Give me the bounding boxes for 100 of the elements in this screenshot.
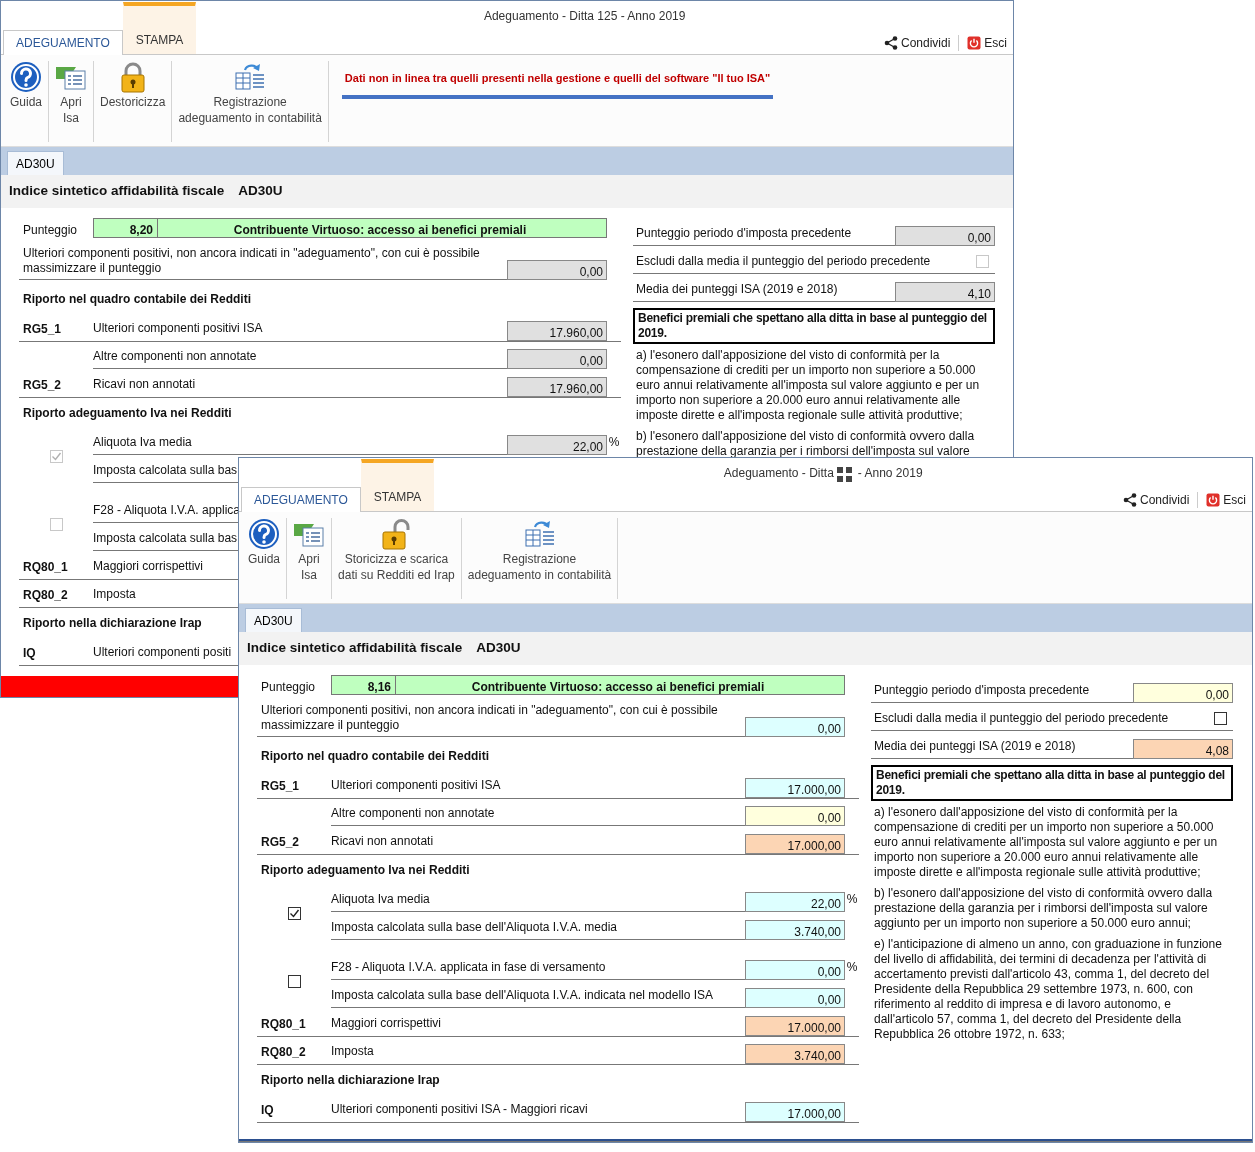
field-label: Aliquota Iva media (93, 434, 192, 451)
ribbon-button[interactable]: Guida (245, 518, 284, 599)
ribbon-button[interactable]: Destoricizza (97, 61, 169, 142)
field-label: Escludi dalla media il punteggio del periodo precedente (873, 710, 1169, 727)
header-title: Indice sintetico affidabilità fiscale (247, 639, 463, 658)
table-arrow-icon (523, 518, 556, 550)
field-label: Ricavi non annotati (331, 833, 434, 850)
help-icon (248, 518, 280, 550)
value-field: 0,00 (745, 717, 845, 737)
field-label: Imposta calcolata sulla bas (93, 530, 238, 547)
ribbon-tab[interactable]: ADEGUAMENTO (3, 30, 123, 55)
ribbon-tab[interactable]: STAMPA (122, 2, 197, 54)
window-title: Adeguamento - Ditta 125 - Anno 2019 (483, 8, 686, 25)
help-icon (10, 61, 42, 93)
field-label: Imposta (93, 586, 136, 603)
window-title: Adeguamento - Ditta (723, 465, 834, 482)
field-label: Ricavi non annotati (93, 376, 196, 393)
row-code: RG5_1 (22, 321, 63, 338)
field-label: Punteggio periodo d'imposta precedente (635, 225, 852, 242)
field-label: Ulteriori componenti positivi ISA - Maggiori ricavi (331, 1101, 588, 1118)
value-field: 17.960,00 (507, 321, 607, 341)
power-icon (967, 35, 982, 50)
share-icon (1122, 492, 1137, 507)
header-code: AD30U (476, 639, 521, 658)
benefit-paragraph: a) l'esonero dall'apposizione del visto di conformità per la compensazione di crediti per un importo non superiore a 50.000 euro annui relativamente all'imposta sul valore aggiunto e per un importo non superiore a 20.000 euro annui relativamente alle imposte dirette e all'imposta regionale sulle attività produttive; (635, 348, 981, 423)
section-title: Riporto nella dichiarazione Irap (22, 615, 202, 632)
value-field: 0,00 (745, 960, 845, 980)
row-code: RQ80_1 (260, 1016, 307, 1033)
share-button[interactable]: Condividi (881, 33, 953, 52)
field-label: Imposta calcolata sulla bas (93, 462, 238, 479)
ribbon-tab[interactable]: STAMPA (360, 459, 435, 511)
field-label: Media dei punteggi ISA (2019 e 2018) (635, 281, 838, 298)
ribbon-button[interactable]: Storicizza e scarica dati su Redditi ed Irap (335, 518, 458, 599)
warning-message: Dati non in linea tra quelli presenti nella gestione e quelli del software "Il tuo ISA" (341, 70, 774, 99)
document-tab[interactable]: AD30U (245, 608, 302, 632)
section-title: Riporto nella dichiarazione Irap (260, 1072, 440, 1089)
exit-button[interactable]: Esci (965, 33, 1009, 52)
value-field: 3.740,00 (745, 920, 845, 940)
open-padlock-icon (380, 518, 413, 550)
table-arrow-icon (234, 61, 267, 93)
field-label: Media dei punteggi ISA (2019 e 2018) (873, 738, 1076, 755)
row-code: RQ80_2 (22, 587, 69, 604)
value-field: 3.740,00 (745, 1044, 845, 1064)
benefit-paragraph: e) l'anticipazione di almeno un anno, con graduazione in funzione del livello di affidabilità, dei termini di decadenza per l'attività di accertamento previsti dall'articolo 43, comma 1, del decreto del Presidente della Repubblica 29 settembre 1973, n. 600, con riferimento al reddito di impresa e di lavoro autonomo, e dall'articolo 57, comma 1, del decreto del Presidente della Repubblica 26 ottobre 1972, n. 633; (873, 937, 1223, 1042)
header-title: Indice sintetico affidabilità fiscale (9, 182, 225, 201)
header-code: AD30U (238, 182, 283, 201)
value-field: 17.000,00 (745, 834, 845, 854)
section-title: Riporto nel quadro contabile dei Redditi (22, 291, 251, 308)
field-label: Imposta (331, 1043, 374, 1060)
value-field: 0,00 (745, 806, 845, 826)
field-label: Aliquota Iva media (331, 891, 430, 908)
score-verdict: Contribuente Virtuoso: accesso ai benefici premiali (396, 675, 845, 695)
ribbon-button[interactable]: Guida (7, 61, 46, 142)
field-label: Imposta calcolata sulla base dell'Aliquota I.V.A. indicata nel modello ISA (331, 987, 714, 1004)
value-field: 0,00 (1133, 683, 1233, 703)
value-field: 17.960,00 (507, 377, 607, 397)
field-label: Punteggio (22, 222, 79, 238)
benefits-title: Benefici premiali che spettano alla ditta in base al punteggio del 2019. (633, 308, 995, 344)
title-suffix: - Anno 2019 (857, 465, 923, 482)
section-title: Riporto adeguamento Iva nei Redditi (22, 405, 232, 422)
document-tab[interactable]: AD30U (7, 151, 64, 175)
row-code: IQ (22, 645, 37, 662)
unit-label: % (845, 890, 859, 908)
field-label: Maggiori corrispettivi (331, 1015, 442, 1032)
checkbox[interactable] (1214, 712, 1227, 725)
ribbon-button[interactable]: Registrazione adeguamento in contabilità (175, 61, 325, 142)
checkbox[interactable] (287, 906, 301, 920)
benefit-paragraph: b) l'esonero dall'apposizione del visto di conformità ovvero dalla prestazione della garanzia per i rimborsi dell'imposta sul valore aggiunto per un importo non superiore a 50.000 euro annui; (873, 886, 1214, 931)
value-field: 17.000,00 (745, 1102, 845, 1122)
exit-button[interactable]: Esci (1204, 490, 1248, 509)
ribbon-tab[interactable]: ADEGUAMENTO (241, 487, 361, 512)
field-label: Ulteriori componenti positivi ISA (93, 320, 263, 337)
ribbon-button[interactable]: Registrazione adeguamento in contabilità (464, 518, 615, 599)
field-label: Escludi dalla media il punteggio del periodo precedente (635, 253, 931, 270)
score-value: 8,20 (93, 218, 158, 238)
score-value: 8,16 (331, 675, 396, 695)
checkbox[interactable] (287, 974, 301, 988)
value-field: 22,00 (507, 435, 607, 455)
field-label: Punteggio (260, 679, 317, 695)
value-field: 0,00 (895, 226, 995, 246)
row-code: RG5_2 (22, 377, 63, 394)
row-code: IQ (260, 1102, 275, 1119)
benefit-paragraph: a) l'esonero dall'apposizione del visto di conformità per la compensazione di crediti per un importo non superiore a 50.000 euro annui relativamente all'imposta sul valore aggiunto e per un importo non superiore a 20.000 euro annui relativamente alle imposte dirette e all'imposta regionale sulle attività produttive; (873, 805, 1219, 880)
field-label: Punteggio periodo d'imposta precedente (873, 682, 1090, 699)
value-field: 17.000,00 (745, 1016, 845, 1036)
power-icon (1206, 492, 1221, 507)
value-field: 4,08 (1133, 739, 1233, 759)
value-field: 0,00 (507, 349, 607, 369)
ribbon-button[interactable]: Apri Isa (290, 518, 329, 599)
unit-label: % (845, 958, 859, 976)
score-verdict: Contribuente Virtuoso: accesso ai benefici premiali (158, 218, 607, 238)
field-label: Ulteriori componenti positi (93, 644, 232, 661)
field-label: Altre componenti non annotate (331, 805, 495, 822)
field-label: Ulteriori componenti positivi, non ancora indicati in "adeguamento", con cui è possibile massimizzare il punteggio (22, 246, 481, 277)
unit-label: % (607, 433, 621, 451)
share-icon (883, 35, 898, 50)
ribbon-button[interactable]: Apri Isa (52, 61, 91, 142)
value-field: 17.000,00 (745, 778, 845, 798)
share-button[interactable]: Condividi (1120, 490, 1192, 509)
row-code: RG5_1 (260, 778, 301, 795)
